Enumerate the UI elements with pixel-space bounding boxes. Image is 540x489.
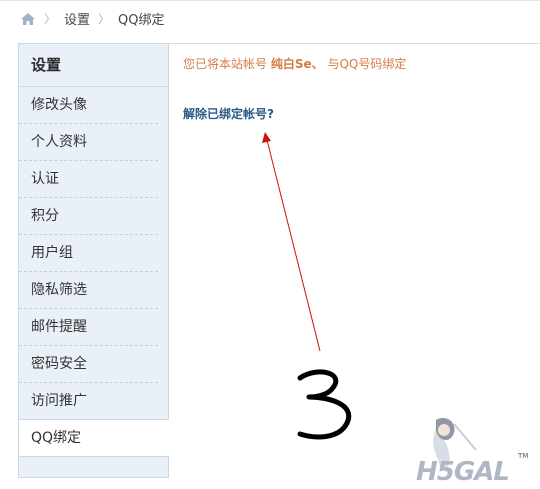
svg-text:TM: TM — [517, 452, 528, 460]
annotation-arrow-line — [266, 139, 321, 352]
annotation-arrowhead — [262, 132, 271, 143]
svg-text:H5GAL: H5GAL — [416, 457, 509, 487]
annotation-number-3 — [297, 369, 352, 440]
watermark-logo: H5GAL TM — [416, 418, 528, 487]
